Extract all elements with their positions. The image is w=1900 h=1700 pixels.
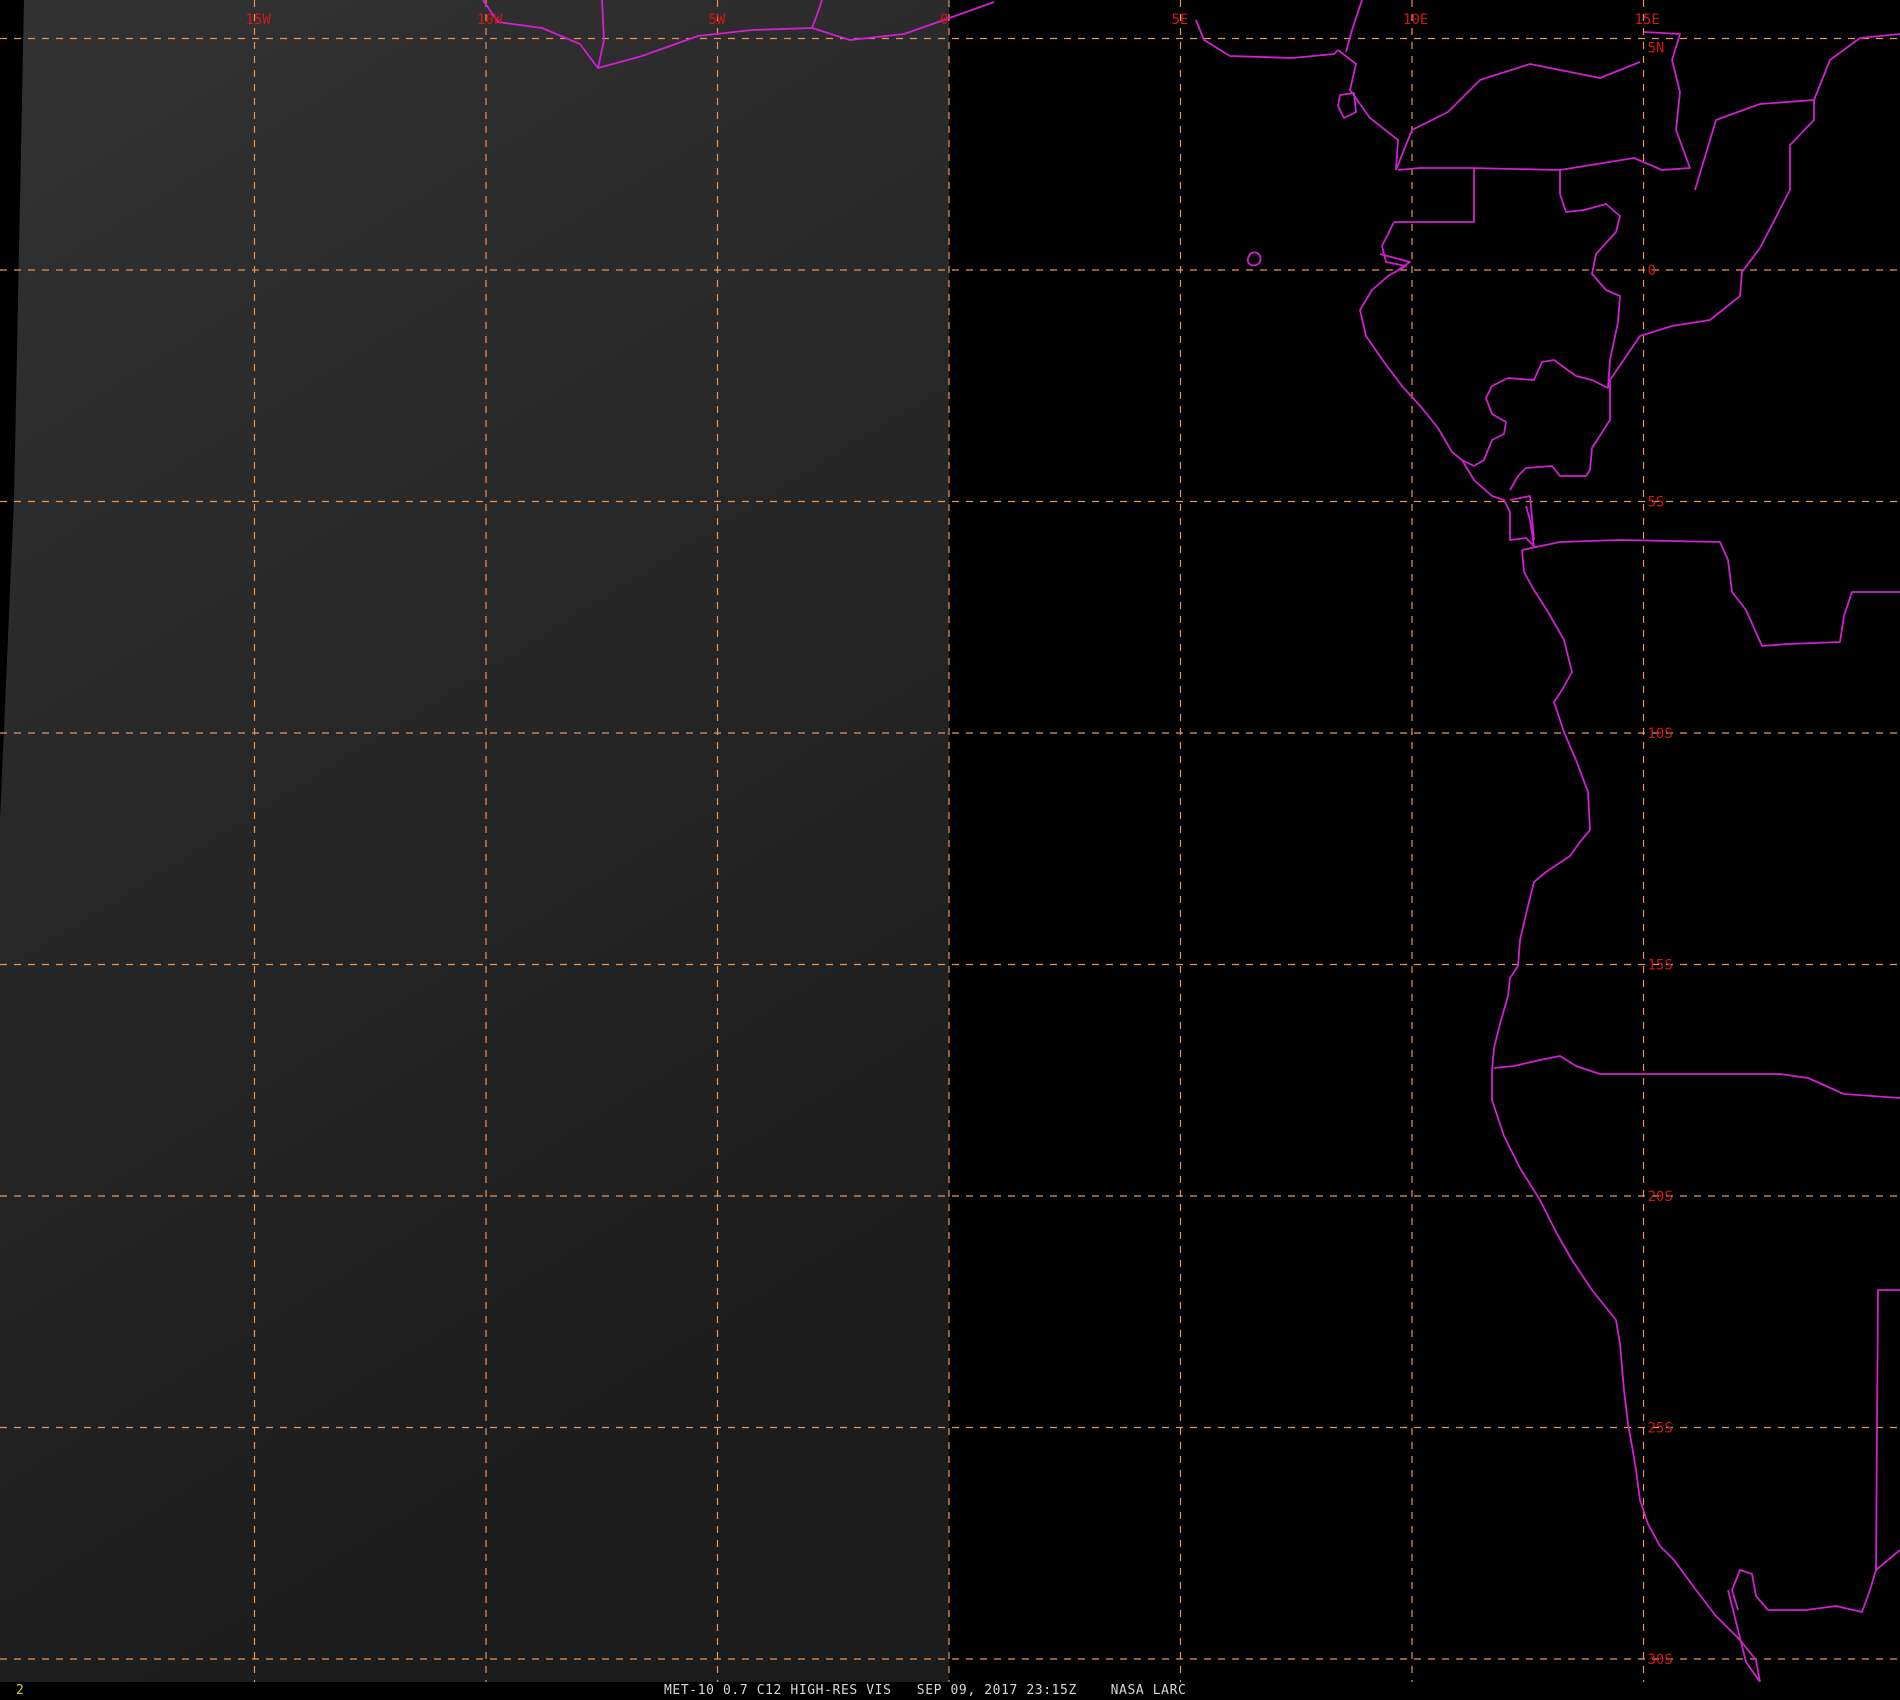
latitude-label: 15S <box>1648 958 1673 974</box>
longitude-label: 0 <box>940 12 948 28</box>
longitude-label: 5E <box>1172 12 1189 28</box>
latitude-label: 10S <box>1648 726 1673 742</box>
latitude-label: 5S <box>1648 495 1665 511</box>
latitude-label: 30S <box>1648 1652 1673 1668</box>
image-caption: MET-10 0.7 C12 HIGH-RES VIS SEP 09, 2017… <box>664 1683 1187 1698</box>
longitude-label: 10E <box>1403 12 1428 28</box>
longitude-label: 15E <box>1635 12 1660 28</box>
longitude-label: 5W <box>709 12 726 28</box>
map-canvas: 15W 10W 5W 0 5E 10E 15E 5N 0 5S 10S 15S 20S 25S 30S <box>0 0 1900 1700</box>
latitude-label: 0 <box>1648 263 1656 279</box>
daylight-imagery <box>0 0 949 1682</box>
frame-number: 2 <box>16 1683 24 1698</box>
longitude-label: 15W <box>246 12 272 28</box>
latitude-label: 25S <box>1648 1421 1673 1437</box>
latitude-label: 20S <box>1648 1189 1673 1205</box>
satellite-map: 15W 10W 5W 0 5E 10E 15E 5N 0 5S 10S 15S 20S 25S 30S 2 … <box>0 0 1900 1700</box>
longitude-label: 10W <box>477 12 503 28</box>
latitude-label: 5N <box>1648 41 1665 57</box>
